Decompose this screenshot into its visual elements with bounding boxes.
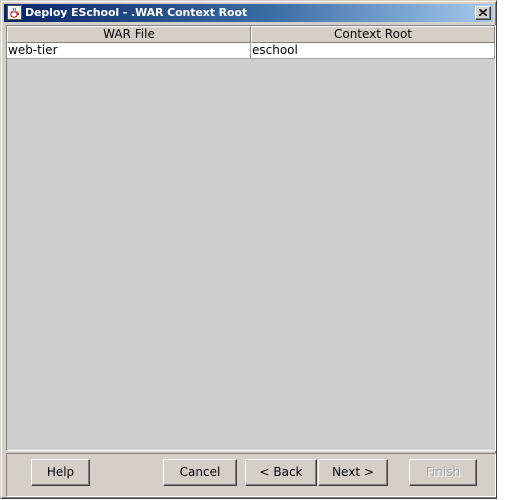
finish-button: Finish (409, 459, 477, 486)
close-button[interactable] (475, 6, 491, 20)
war-context-table: WAR File Context Root web-tier eschool (6, 25, 496, 451)
back-button[interactable]: < Back (245, 459, 317, 486)
help-button[interactable]: Help (31, 459, 90, 486)
war-file-cell[interactable]: web-tier (7, 43, 251, 59)
java-cup-icon (7, 5, 22, 20)
dialog-window: Deploy ESchool - .WAR Context Root WAR F… (0, 0, 497, 499)
table-header: WAR File Context Root (7, 26, 495, 43)
table-row[interactable]: web-tier eschool (7, 43, 495, 59)
cancel-button[interactable]: Cancel (163, 459, 237, 486)
column-header-context-root[interactable]: Context Root (251, 26, 495, 43)
context-root-cell[interactable]: eschool (251, 43, 495, 59)
button-bar: Help Cancel < Back Next > Finish (6, 453, 496, 497)
close-icon (479, 9, 487, 16)
next-button[interactable]: Next > (318, 459, 388, 486)
column-header-war-file[interactable]: WAR File (7, 26, 251, 43)
window-title: Deploy ESchool - .WAR Context Root (25, 6, 248, 19)
title-bar[interactable]: Deploy ESchool - .WAR Context Root (4, 4, 493, 22)
